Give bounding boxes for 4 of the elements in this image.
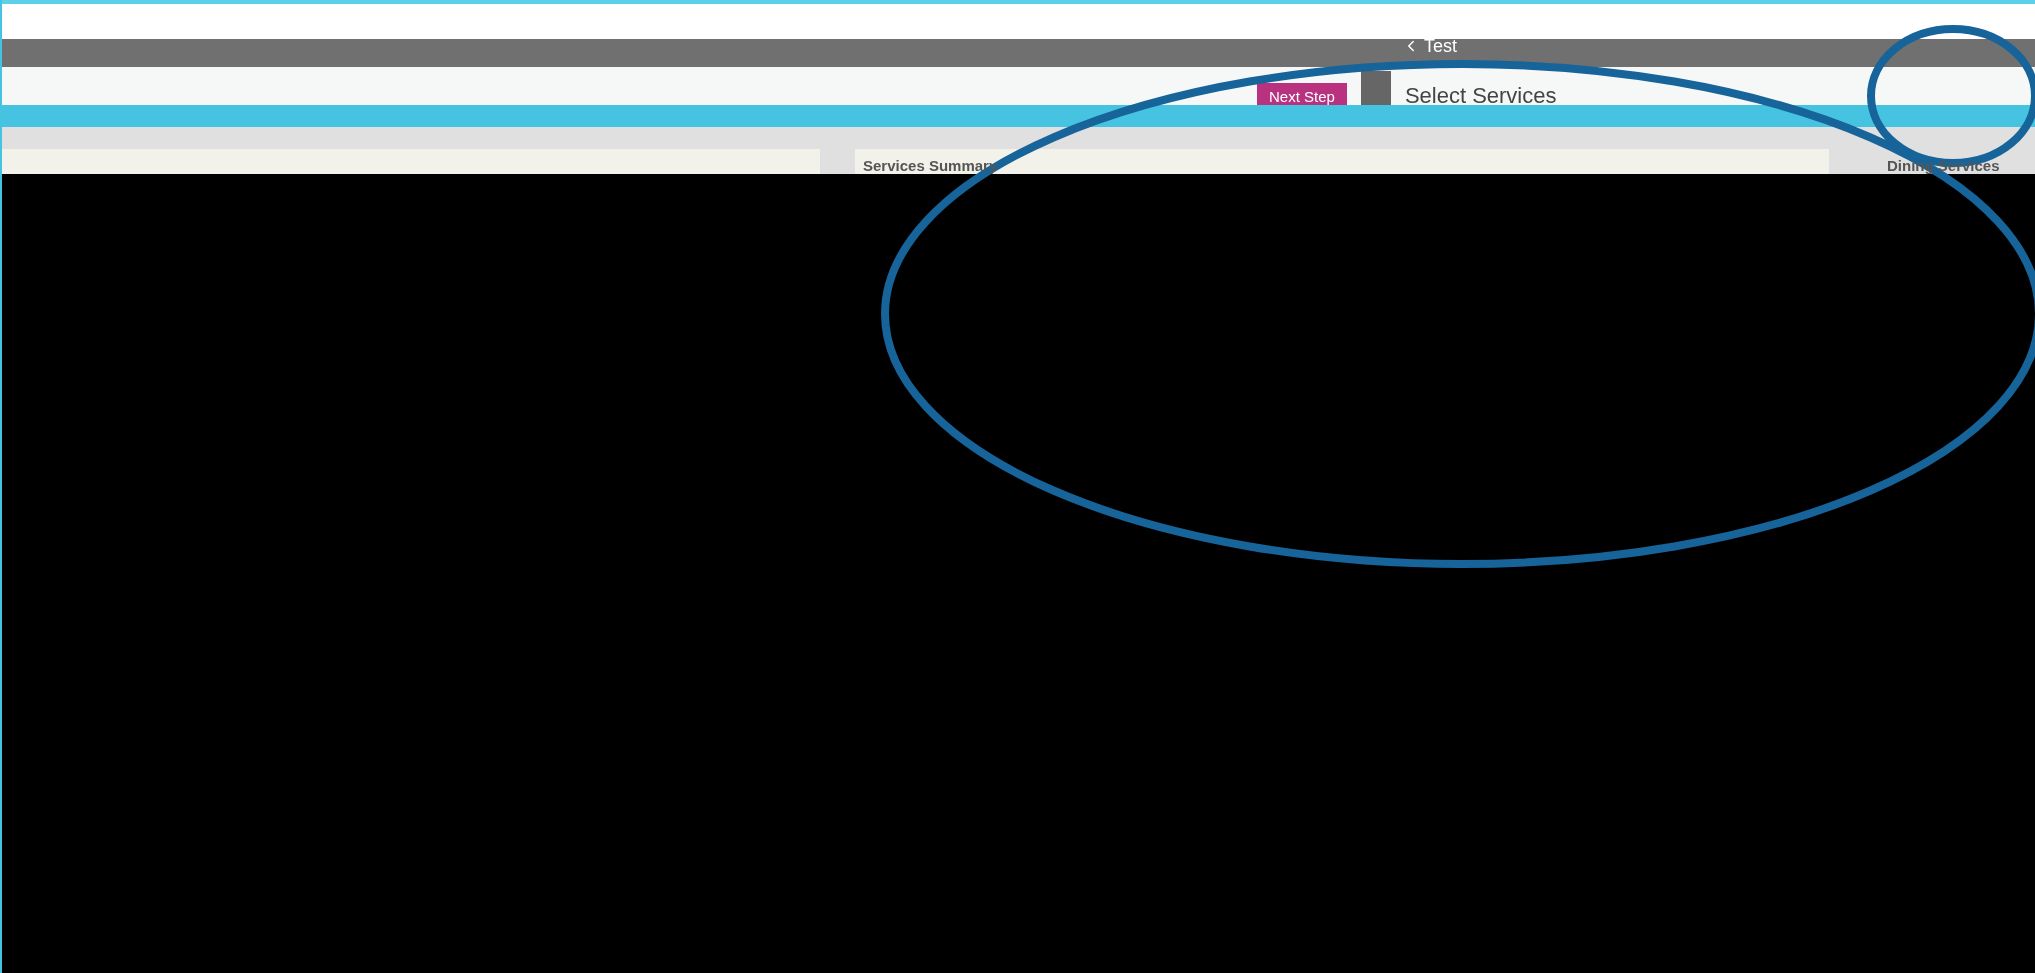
next-step-button[interactable]: Next Step xyxy=(1257,83,1347,105)
step-icon xyxy=(1360,71,1391,105)
back-link[interactable]: Test xyxy=(1402,32,1457,60)
step-title: Select Services xyxy=(1404,82,1557,105)
